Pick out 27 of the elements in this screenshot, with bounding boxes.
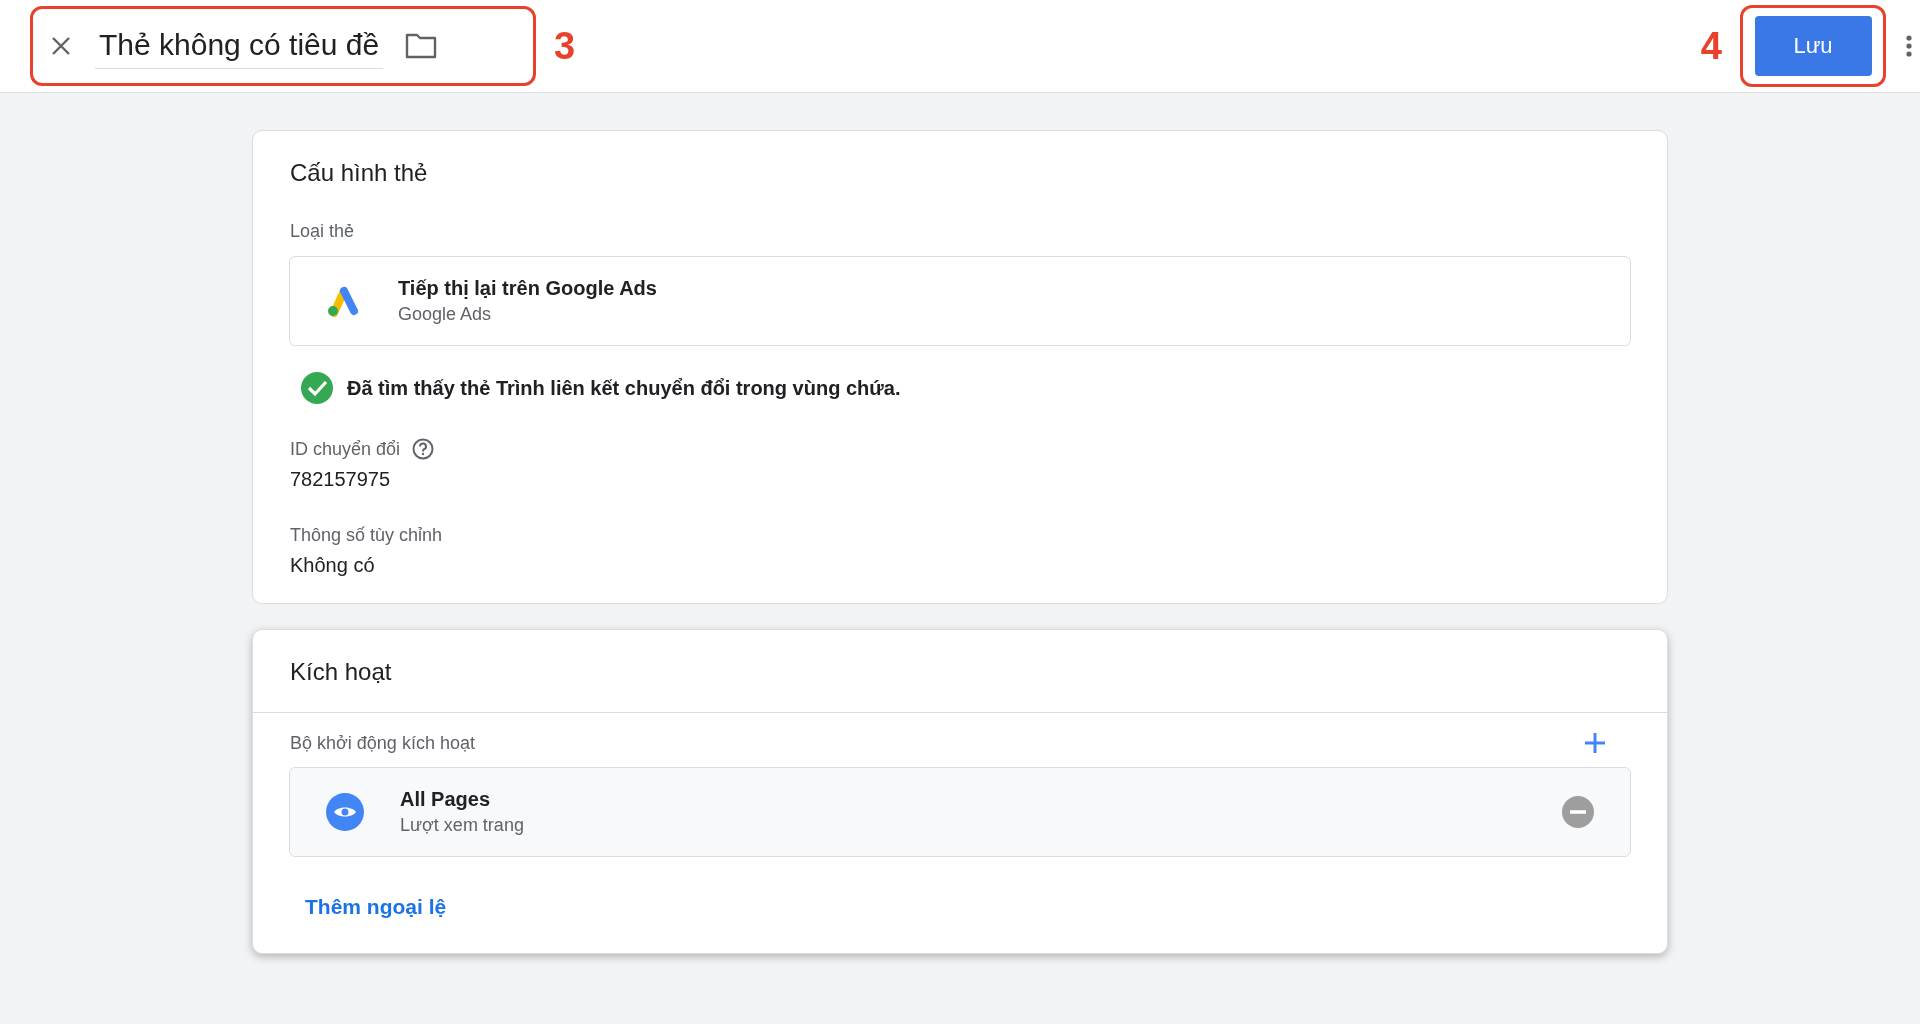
field-label: Thông số tùy chỉnh [290,525,443,546]
trigger-item[interactable]: All Pages Lượt xem trang [289,767,1631,857]
annotation-number: 3 [554,24,576,68]
remove-icon[interactable] [1562,796,1594,828]
field-label: ID chuyển đổi [290,438,401,460]
add-exception-link[interactable]: Thêm ngoại lệ [305,895,447,918]
tag-title[interactable]: Thẻ không có tiêu đề [95,23,384,69]
eye-icon [326,793,364,831]
field-label: Loại thẻ [290,221,356,242]
field-value: 782157975 [290,468,392,491]
more-icon[interactable] [1906,34,1912,58]
card-heading: Cấu hình thẻ [289,158,429,187]
folder-icon[interactable] [405,33,438,59]
trigger-type: Lượt xem trang [400,815,525,836]
check-circle-icon [301,372,333,404]
add-icon[interactable] [1583,731,1607,755]
section-label: Bộ khởi động kích hoạt [290,732,475,754]
tag-type-name: Tiếp thị lại trên Google Ads [398,277,657,300]
field-value: Không có [290,554,376,577]
tag-type-vendor: Google Ads [398,304,493,325]
save-button[interactable]: Lưu [1754,16,1872,76]
help-icon[interactable] [412,438,435,460]
card-heading: Kích hoạt [289,657,393,686]
annotation-number: 4 [1700,24,1722,68]
notice-text: Đã tìm thấy thẻ Trình liên kết chuyển đổi trong vùng chứa. [347,376,901,400]
trigger-name: All Pages [400,788,492,811]
tag-type-item[interactable]: Tiếp thị lại trên Google Ads Google Ads [289,256,1631,346]
